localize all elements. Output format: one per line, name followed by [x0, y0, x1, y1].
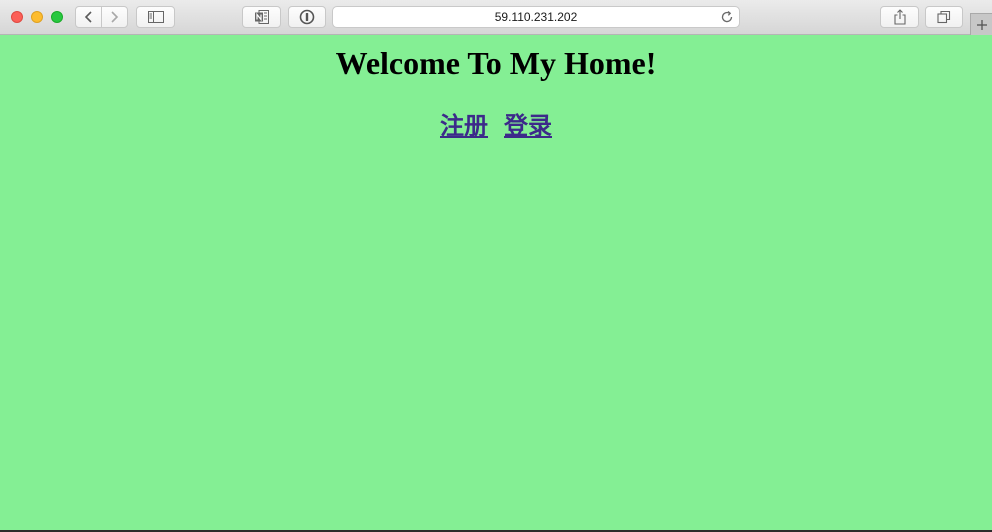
zoom-window-button[interactable] — [51, 11, 63, 23]
forward-button[interactable] — [102, 7, 127, 27]
chevron-left-icon — [84, 11, 92, 23]
password-manager-icon — [299, 9, 315, 25]
tabs-overview-button[interactable] — [925, 6, 963, 28]
page-heading: Welcome To My Home! — [335, 45, 657, 81]
minimize-window-button[interactable] — [31, 11, 43, 23]
reload-icon — [721, 10, 733, 23]
new-tab-button[interactable] — [970, 13, 992, 35]
page-content: Welcome To My Home! 注册 登录 — [0, 35, 992, 530]
reload-button[interactable] — [720, 10, 734, 24]
password-manager-button[interactable] — [288, 6, 326, 28]
address-bar[interactable]: 59.110.231.202 — [332, 6, 740, 28]
back-button[interactable] — [76, 7, 101, 27]
url-text: 59.110.231.202 — [494, 10, 578, 24]
navigation-buttons — [75, 6, 128, 28]
share-icon — [893, 9, 906, 25]
login-link[interactable]: 登录 — [504, 111, 552, 140]
onenote-icon — [254, 10, 269, 24]
plus-icon — [976, 19, 987, 30]
close-window-button[interactable] — [11, 11, 23, 23]
auth-links: 注册 登录 — [0, 106, 992, 141]
register-link[interactable]: 注册 — [440, 111, 488, 140]
chevron-right-icon — [111, 11, 119, 23]
tabs-overview-icon — [937, 10, 951, 24]
onenote-clipper-button[interactable] — [242, 6, 281, 28]
browser-window: 59.110.231.202 Welcome To My Home! 注册 登录 — [0, 0, 992, 532]
sidebar-icon — [147, 11, 164, 23]
share-button[interactable] — [880, 6, 919, 28]
browser-toolbar: 59.110.231.202 — [0, 0, 992, 35]
sidebar-button[interactable] — [136, 6, 175, 28]
